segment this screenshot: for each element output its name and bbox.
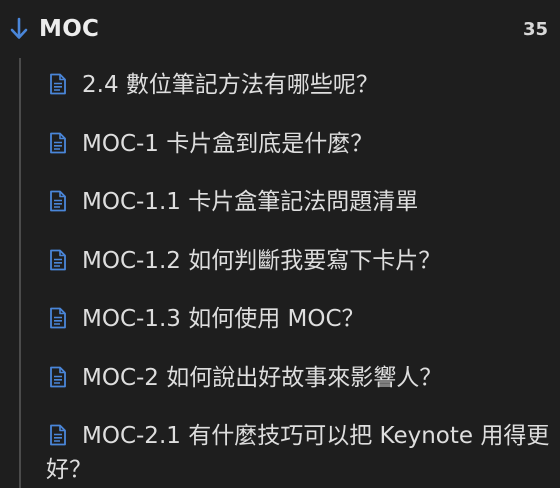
list-item-label: MOC-1.1 卡片盒筆記法問題清單 — [82, 189, 419, 215]
file-text-icon — [49, 132, 67, 154]
list-item-label: MOC-1.2 如何判斷我要寫下卡片？ — [82, 247, 442, 274]
file-list: 2.4 數位筆記方法有哪些呢？ MOC-1 卡片盒到底是什麼？ MOC-1.1 … — [46, 58, 552, 488]
list-item[interactable]: MOC-1.3 如何使用 MOC？ — [46, 302, 552, 336]
list-item[interactable]: MOC-2.1 有什麼技巧可以把 Keynote 用得更好？ — [46, 419, 552, 487]
list-item[interactable]: MOC-1.1 卡片盒筆記法問題清單 — [46, 185, 552, 219]
list-item-label: MOC-2 如何說出好故事來影響人？ — [82, 364, 443, 391]
list-item-label: MOC-1 卡片盒到底是什麼？ — [82, 130, 374, 157]
tree-indent-line — [19, 58, 21, 488]
list-item[interactable]: MOC-1 卡片盒到底是什麼？ — [46, 127, 552, 161]
arrow-down-icon[interactable] — [8, 16, 30, 42]
group-title: MOC — [39, 16, 100, 42]
file-text-icon — [49, 249, 67, 271]
file-text-icon — [49, 190, 67, 212]
group-count-badge: 35 — [522, 18, 548, 40]
file-text-icon — [49, 307, 67, 329]
moc-group-panel: MOC 35 2.4 數位筆記方法有哪些呢？ MOC-1 卡片盒到底是什麼？ M… — [0, 0, 560, 488]
list-item[interactable]: MOC-2 如何說出好故事來影響人？ — [46, 361, 552, 395]
group-header[interactable]: MOC 35 — [0, 0, 560, 58]
list-item[interactable]: MOC-1.2 如何判斷我要寫下卡片？ — [46, 244, 552, 278]
file-text-icon — [49, 73, 67, 95]
list-item-label: 2.4 數位筆記方法有哪些呢？ — [82, 72, 379, 98]
list-item[interactable]: 2.4 數位筆記方法有哪些呢？ — [46, 68, 552, 102]
file-text-icon — [49, 366, 67, 388]
list-item-label: MOC-1.3 如何使用 MOC？ — [82, 306, 365, 332]
list-item-label: MOC-2.1 有什麼技巧可以把 Keynote 用得更好？ — [46, 423, 550, 483]
file-text-icon — [49, 424, 67, 446]
